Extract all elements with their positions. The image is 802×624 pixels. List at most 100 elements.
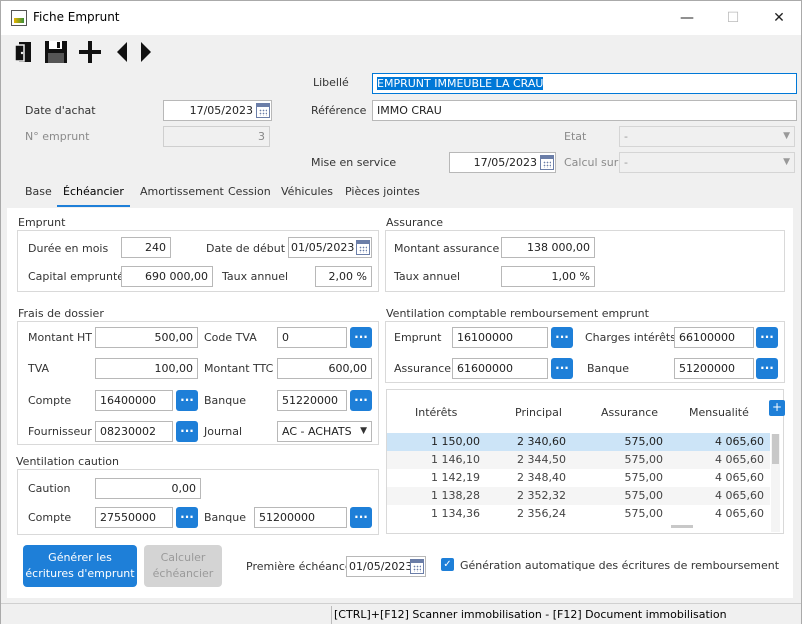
montant-ht-input[interactable]: 500,00 bbox=[95, 327, 198, 348]
premiere-echeance-label: Première échéance bbox=[246, 560, 352, 573]
table-cell: 1 150,00 bbox=[431, 435, 480, 448]
chevron-down-icon: ▼ bbox=[360, 426, 367, 436]
add-plus-icon[interactable] bbox=[77, 39, 103, 65]
table-cell: 2 352,32 bbox=[517, 489, 566, 502]
compte-frais-input[interactable]: 16400000 bbox=[95, 390, 173, 411]
maximize-button[interactable]: ☐ bbox=[711, 5, 755, 31]
emprunt-compte-lookup-button[interactable]: ... bbox=[551, 327, 573, 348]
tab-vehicules[interactable]: Véhicules bbox=[275, 181, 339, 207]
table-cell: 575,00 bbox=[624, 507, 664, 520]
compte-frais-lookup-button[interactable]: ... bbox=[176, 390, 198, 411]
compte-caution-lookup-button[interactable]: ... bbox=[176, 507, 198, 528]
premiere-echeance-input[interactable]: 01/05/2023 bbox=[346, 556, 426, 577]
table-cell: 575,00 bbox=[624, 435, 664, 448]
echeancier-grid[interactable]: Intérêts Principal Assurance Mensualité … bbox=[386, 389, 784, 534]
date-achat-input[interactable]: 17/05/2023 bbox=[163, 100, 272, 121]
tab-echeancier[interactable]: Échéancier bbox=[57, 181, 130, 207]
minimize-button[interactable]: — bbox=[665, 5, 709, 31]
tab-cession[interactable]: Cession bbox=[222, 181, 277, 207]
caution-input[interactable]: 0,00 bbox=[95, 478, 201, 499]
assurance-compte-input[interactable]: 61600000 bbox=[452, 358, 548, 379]
date-debut-input[interactable]: 01/05/2023 bbox=[288, 237, 372, 258]
capital-label: Capital emprunté bbox=[28, 270, 125, 283]
close-button[interactable]: ✕ bbox=[757, 5, 801, 31]
next-arrow-icon[interactable] bbox=[131, 39, 157, 65]
save-floppy-icon[interactable] bbox=[43, 39, 69, 65]
table-cell: 1 134,36 bbox=[431, 507, 480, 520]
table-cell: 575,00 bbox=[624, 471, 664, 484]
calendar-icon[interactable] bbox=[356, 240, 370, 255]
calendar-icon[interactable] bbox=[540, 155, 554, 170]
banque-frais-lookup-button[interactable]: ... bbox=[350, 390, 372, 411]
journal-select[interactable]: AC - ACHATS ▼ bbox=[277, 421, 372, 442]
status-separator bbox=[331, 606, 332, 624]
frais-group-title: Frais de dossier bbox=[18, 307, 104, 320]
tab-base[interactable]: Base bbox=[19, 181, 58, 207]
capital-input[interactable]: 690 000,00 bbox=[121, 266, 213, 287]
fournisseur-lookup-button[interactable]: ... bbox=[176, 421, 198, 442]
numero-emprunt-input[interactable]: 3 bbox=[163, 126, 270, 147]
tab-amortissement[interactable]: Amortissement bbox=[134, 181, 230, 207]
banque-caution-input[interactable]: 51200000 bbox=[254, 507, 347, 528]
generer-ecritures-button[interactable]: Générer les écritures d'emprunt bbox=[23, 545, 137, 587]
libelle-input[interactable]: EMPRUNT IMMEUBLE LA CRAU bbox=[372, 73, 797, 94]
tab-pieces-jointes[interactable]: Pièces jointes bbox=[339, 181, 426, 207]
table-cell: 575,00 bbox=[624, 453, 664, 466]
auto-generation-checkbox[interactable]: ✓ bbox=[441, 558, 454, 571]
banque-remb-input[interactable]: 51200000 bbox=[674, 358, 754, 379]
etat-select[interactable]: - ▼ bbox=[619, 126, 795, 147]
fournisseur-input[interactable]: 08230002 bbox=[95, 421, 173, 442]
charges-interets-lookup-button[interactable]: ... bbox=[756, 327, 778, 348]
tva-input[interactable]: 100,00 bbox=[95, 358, 198, 379]
premiere-echeance-value: 01/05/2023 bbox=[349, 560, 413, 573]
reference-label: Référence bbox=[311, 104, 367, 117]
compte-caution-label: Compte bbox=[28, 511, 72, 524]
exit-door-icon[interactable] bbox=[11, 39, 37, 65]
col-interets[interactable]: Intérêts bbox=[415, 406, 457, 419]
auto-generation-label: Génération automatique des écritures de … bbox=[460, 559, 780, 572]
grid-vertical-scroll-thumb[interactable] bbox=[772, 434, 779, 464]
table-row[interactable]: 1 146,10 2 344,50 575,00 4 065,60 bbox=[387, 451, 770, 469]
grid-horizontal-scroll-thumb[interactable] bbox=[671, 525, 693, 528]
banque-frais-input[interactable]: 51220000 bbox=[277, 390, 347, 411]
table-row[interactable]: 1 134,36 2 356,24 575,00 4 065,60 bbox=[387, 505, 770, 523]
table-row[interactable]: 1 142,19 2 348,40 575,00 4 065,60 bbox=[387, 469, 770, 487]
table-cell: 1 142,19 bbox=[431, 471, 480, 484]
fournisseur-label: Fournisseur bbox=[28, 425, 92, 438]
table-row[interactable]: 1 138,28 2 352,32 575,00 4 065,60 bbox=[387, 487, 770, 505]
table-cell: 4 065,60 bbox=[715, 471, 764, 484]
code-tva-input[interactable]: 0 bbox=[277, 327, 347, 348]
mise-service-input[interactable]: 17/05/2023 bbox=[449, 152, 556, 173]
window-title: Fiche Emprunt bbox=[33, 10, 120, 24]
code-tva-lookup-button[interactable]: ... bbox=[350, 327, 372, 348]
table-cell: 2 356,24 bbox=[517, 507, 566, 520]
calcul-sur-value: - bbox=[624, 156, 628, 169]
compte-caution-input[interactable]: 27550000 bbox=[95, 507, 173, 528]
duree-input[interactable]: 240 bbox=[121, 237, 171, 258]
calcul-sur-select[interactable]: - ▼ bbox=[619, 152, 795, 173]
calendar-icon[interactable] bbox=[410, 559, 424, 574]
assurance-compte-lookup-button[interactable]: ... bbox=[551, 358, 573, 379]
montant-assurance-input[interactable]: 138 000,00 bbox=[501, 237, 595, 258]
banque-caution-lookup-button[interactable]: ... bbox=[350, 507, 372, 528]
col-principal[interactable]: Principal bbox=[515, 406, 562, 419]
taux-annuel-input[interactable]: 2,00 % bbox=[315, 266, 372, 287]
add-echeance-button[interactable]: + bbox=[769, 400, 785, 416]
emprunt-compte-input[interactable]: 16100000 bbox=[452, 327, 548, 348]
charges-interets-input[interactable]: 66100000 bbox=[674, 327, 754, 348]
taux-assurance-input[interactable]: 1,00 % bbox=[501, 266, 595, 287]
status-bar: [CTRL]+[F12] Scanner immobilisation - [F… bbox=[1, 603, 801, 624]
etat-label: Etat bbox=[564, 130, 587, 143]
calendar-icon[interactable] bbox=[256, 103, 270, 118]
table-row[interactable]: 1 150,00 2 340,60 575,00 4 065,60 bbox=[387, 433, 770, 451]
reference-input[interactable]: IMMO CRAU bbox=[372, 100, 797, 121]
col-assurance[interactable]: Assurance bbox=[601, 406, 658, 419]
montant-ttc-input[interactable]: 600,00 bbox=[277, 358, 372, 379]
title-bar: Fiche Emprunt — ☐ ✕ bbox=[1, 1, 801, 35]
duree-label: Durée en mois bbox=[28, 242, 109, 255]
col-mensualite[interactable]: Mensualité bbox=[689, 406, 749, 419]
calculer-echeancier-button[interactable]: Calculer échéancier bbox=[144, 545, 222, 587]
banque-remb-lookup-button[interactable]: ... bbox=[756, 358, 778, 379]
table-cell: 1 146,10 bbox=[431, 453, 480, 466]
journal-label: Journal bbox=[204, 425, 243, 438]
